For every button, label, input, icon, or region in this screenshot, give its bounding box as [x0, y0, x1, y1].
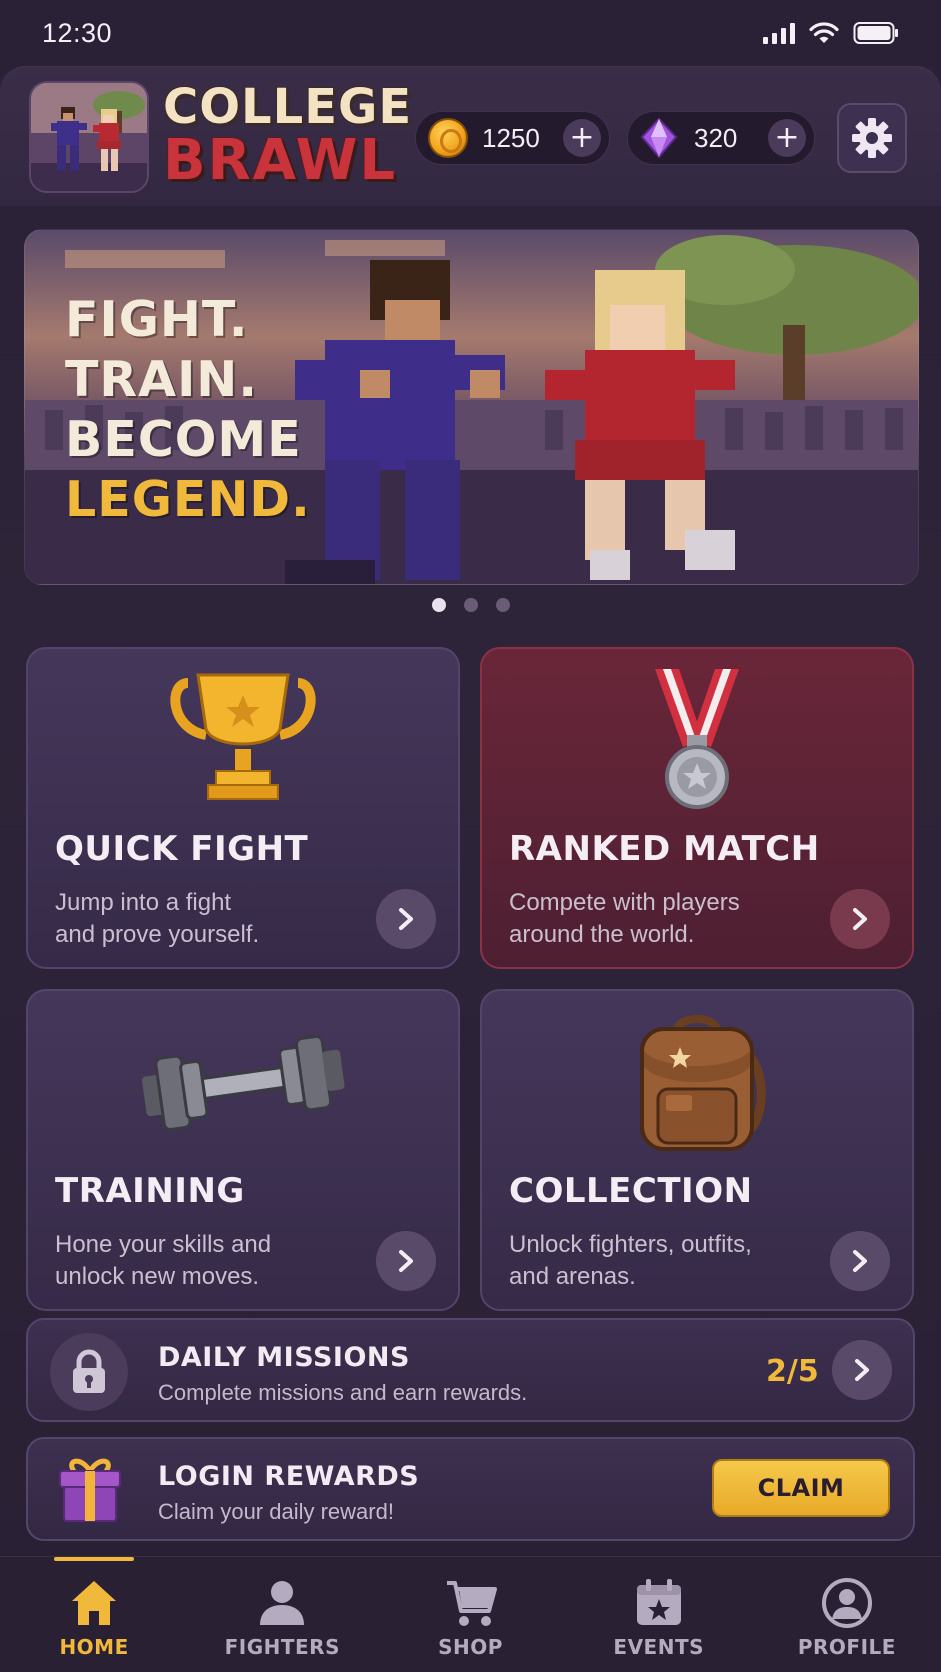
- person-icon: [260, 1581, 305, 1625]
- status-bar: 12:30: [0, 0, 941, 66]
- gem-amount: 320: [694, 122, 738, 153]
- logo-line-college: COLLEGE: [163, 79, 413, 135]
- quick-fight-desc-line2: and prove yourself.: [55, 921, 260, 948]
- daily-missions-progress: 2/5: [766, 1354, 819, 1389]
- logo-line-brawl: BRAWL: [163, 128, 398, 193]
- app-header: COLLEGE BRAWL 1250 + 320 +: [0, 66, 941, 206]
- daily-missions-panel[interactable]: DAILY MISSIONS Complete missions and ear…: [26, 1318, 915, 1422]
- backpack-icon: [482, 1011, 912, 1156]
- nav-shop[interactable]: SHOP: [376, 1557, 564, 1672]
- nav-events[interactable]: EVENTS: [565, 1557, 753, 1672]
- collection-desc: Unlock fighters, outfits, and arenas.: [509, 1229, 809, 1293]
- nav-shop-label: SHOP: [438, 1635, 503, 1659]
- signal-icon: [763, 22, 795, 44]
- training-desc-line2: unlock new moves.: [55, 1263, 260, 1290]
- coin-balance: 1250 +: [415, 111, 610, 165]
- training-desc-line1: Hone your skills and: [55, 1231, 272, 1258]
- nav-home[interactable]: HOME: [0, 1557, 188, 1672]
- nav-fighters-label: FIGHTERS: [224, 1635, 340, 1659]
- lock-icon: [50, 1333, 128, 1411]
- ranked-match-title: RANKED MATCH: [509, 829, 820, 869]
- nav-events-label: EVENTS: [613, 1635, 704, 1659]
- quick-fight-desc-line1: Jump into a fight: [55, 889, 232, 916]
- login-rewards-panel: LOGIN REWARDS Claim your daily reward! C…: [26, 1437, 915, 1541]
- carousel-dot-2[interactable]: [463, 598, 478, 612]
- quick-fight-desc: Jump into a fight and prove yourself.: [55, 887, 355, 951]
- coin-icon: [428, 118, 468, 158]
- collection-card[interactable]: COLLECTION Unlock fighters, outfits, and…: [480, 989, 914, 1311]
- ranked-match-desc-line2: around the world.: [509, 921, 695, 948]
- chevron-right-icon: [399, 908, 413, 930]
- chevron-right-icon: [855, 1359, 869, 1381]
- gift-icon: [59, 1458, 121, 1522]
- carousel-dots: [0, 598, 941, 612]
- home-icon: [72, 1581, 117, 1625]
- carousel-dot-3[interactable]: [495, 598, 510, 612]
- gem-balance: 320 +: [627, 111, 815, 165]
- carousel-dot-1[interactable]: [431, 598, 446, 612]
- chevron-right-icon: [853, 908, 867, 930]
- quick-fight-title: QUICK FIGHT: [55, 829, 309, 869]
- ranked-match-card[interactable]: RANKED MATCH Compete with players around…: [480, 647, 914, 969]
- login-rewards-desc: Claim your daily reward!: [158, 1499, 394, 1524]
- dumbbell-icon: [28, 1011, 458, 1156]
- claim-button[interactable]: CLAIM: [712, 1459, 890, 1517]
- ranked-match-desc-line1: Compete with players: [509, 889, 740, 916]
- coin-amount: 1250: [482, 122, 540, 153]
- chevron-right-icon: [399, 1250, 413, 1272]
- collection-title: COLLECTION: [509, 1171, 753, 1211]
- medal-icon: [482, 669, 912, 814]
- profile-icon: [821, 1578, 872, 1628]
- training-card[interactable]: TRAINING Hone your skills and unlock new…: [26, 989, 460, 1311]
- collection-arrow-button[interactable]: [830, 1231, 890, 1291]
- wifi-icon: [809, 22, 839, 43]
- quick-fight-card[interactable]: QUICK FIGHT Jump into a fight and prove …: [26, 647, 460, 969]
- nav-profile-label: PROFILE: [797, 1635, 896, 1659]
- battery-icon: [853, 22, 898, 44]
- ranked-match-desc: Compete with players around the world.: [509, 887, 809, 951]
- add-coins-button[interactable]: +: [563, 119, 601, 157]
- hero-line-fight: FIGHT.: [65, 291, 249, 348]
- app-logo-title: COLLEGE BRAWL: [163, 83, 412, 189]
- status-icons: [763, 21, 899, 45]
- gem-icon: [640, 117, 678, 159]
- nav-fighters[interactable]: FIGHTERS: [188, 1557, 376, 1672]
- app-screen: 12:30 COLLEGE BRAWL 1250 + 320 + FIGHT. …: [0, 0, 941, 1672]
- calendar-icon: [636, 1579, 681, 1625]
- collection-desc-line1: Unlock fighters, outfits,: [509, 1231, 752, 1258]
- add-gems-button[interactable]: +: [768, 119, 806, 157]
- hero-line-become: BECOME: [65, 411, 302, 468]
- login-rewards-title: LOGIN REWARDS: [158, 1461, 420, 1492]
- trophy-icon: [28, 669, 458, 814]
- quick-fight-arrow-button[interactable]: [376, 889, 436, 949]
- collection-desc-line2: and arenas.: [509, 1263, 636, 1290]
- hero-banner[interactable]: FIGHT. TRAIN. BECOME LEGEND.: [24, 229, 919, 585]
- logo-art: [29, 81, 149, 193]
- status-time: 12:30: [42, 17, 113, 48]
- nav-home-label: HOME: [59, 1635, 129, 1659]
- cart-icon: [446, 1581, 497, 1626]
- ranked-match-arrow-button[interactable]: [830, 889, 890, 949]
- hero-line-train: TRAIN.: [65, 351, 258, 408]
- training-title: TRAINING: [55, 1171, 245, 1211]
- daily-missions-title: DAILY MISSIONS: [158, 1342, 410, 1373]
- daily-missions-arrow-button[interactable]: [832, 1340, 892, 1400]
- training-desc: Hone your skills and unlock new moves.: [55, 1229, 355, 1293]
- settings-button[interactable]: [837, 103, 907, 173]
- chevron-right-icon: [853, 1250, 867, 1272]
- gear-icon: [852, 118, 892, 158]
- training-arrow-button[interactable]: [376, 1231, 436, 1291]
- bottom-nav: HOME FIGHTERS SHOP EVENTS PROFILE: [0, 1556, 941, 1672]
- hero-slogan: FIGHT. TRAIN. BECOME LEGEND.: [65, 290, 311, 530]
- hero-line-legend: LEGEND.: [65, 471, 311, 528]
- nav-profile[interactable]: PROFILE: [753, 1557, 941, 1672]
- daily-missions-desc: Complete missions and earn rewards.: [158, 1380, 528, 1405]
